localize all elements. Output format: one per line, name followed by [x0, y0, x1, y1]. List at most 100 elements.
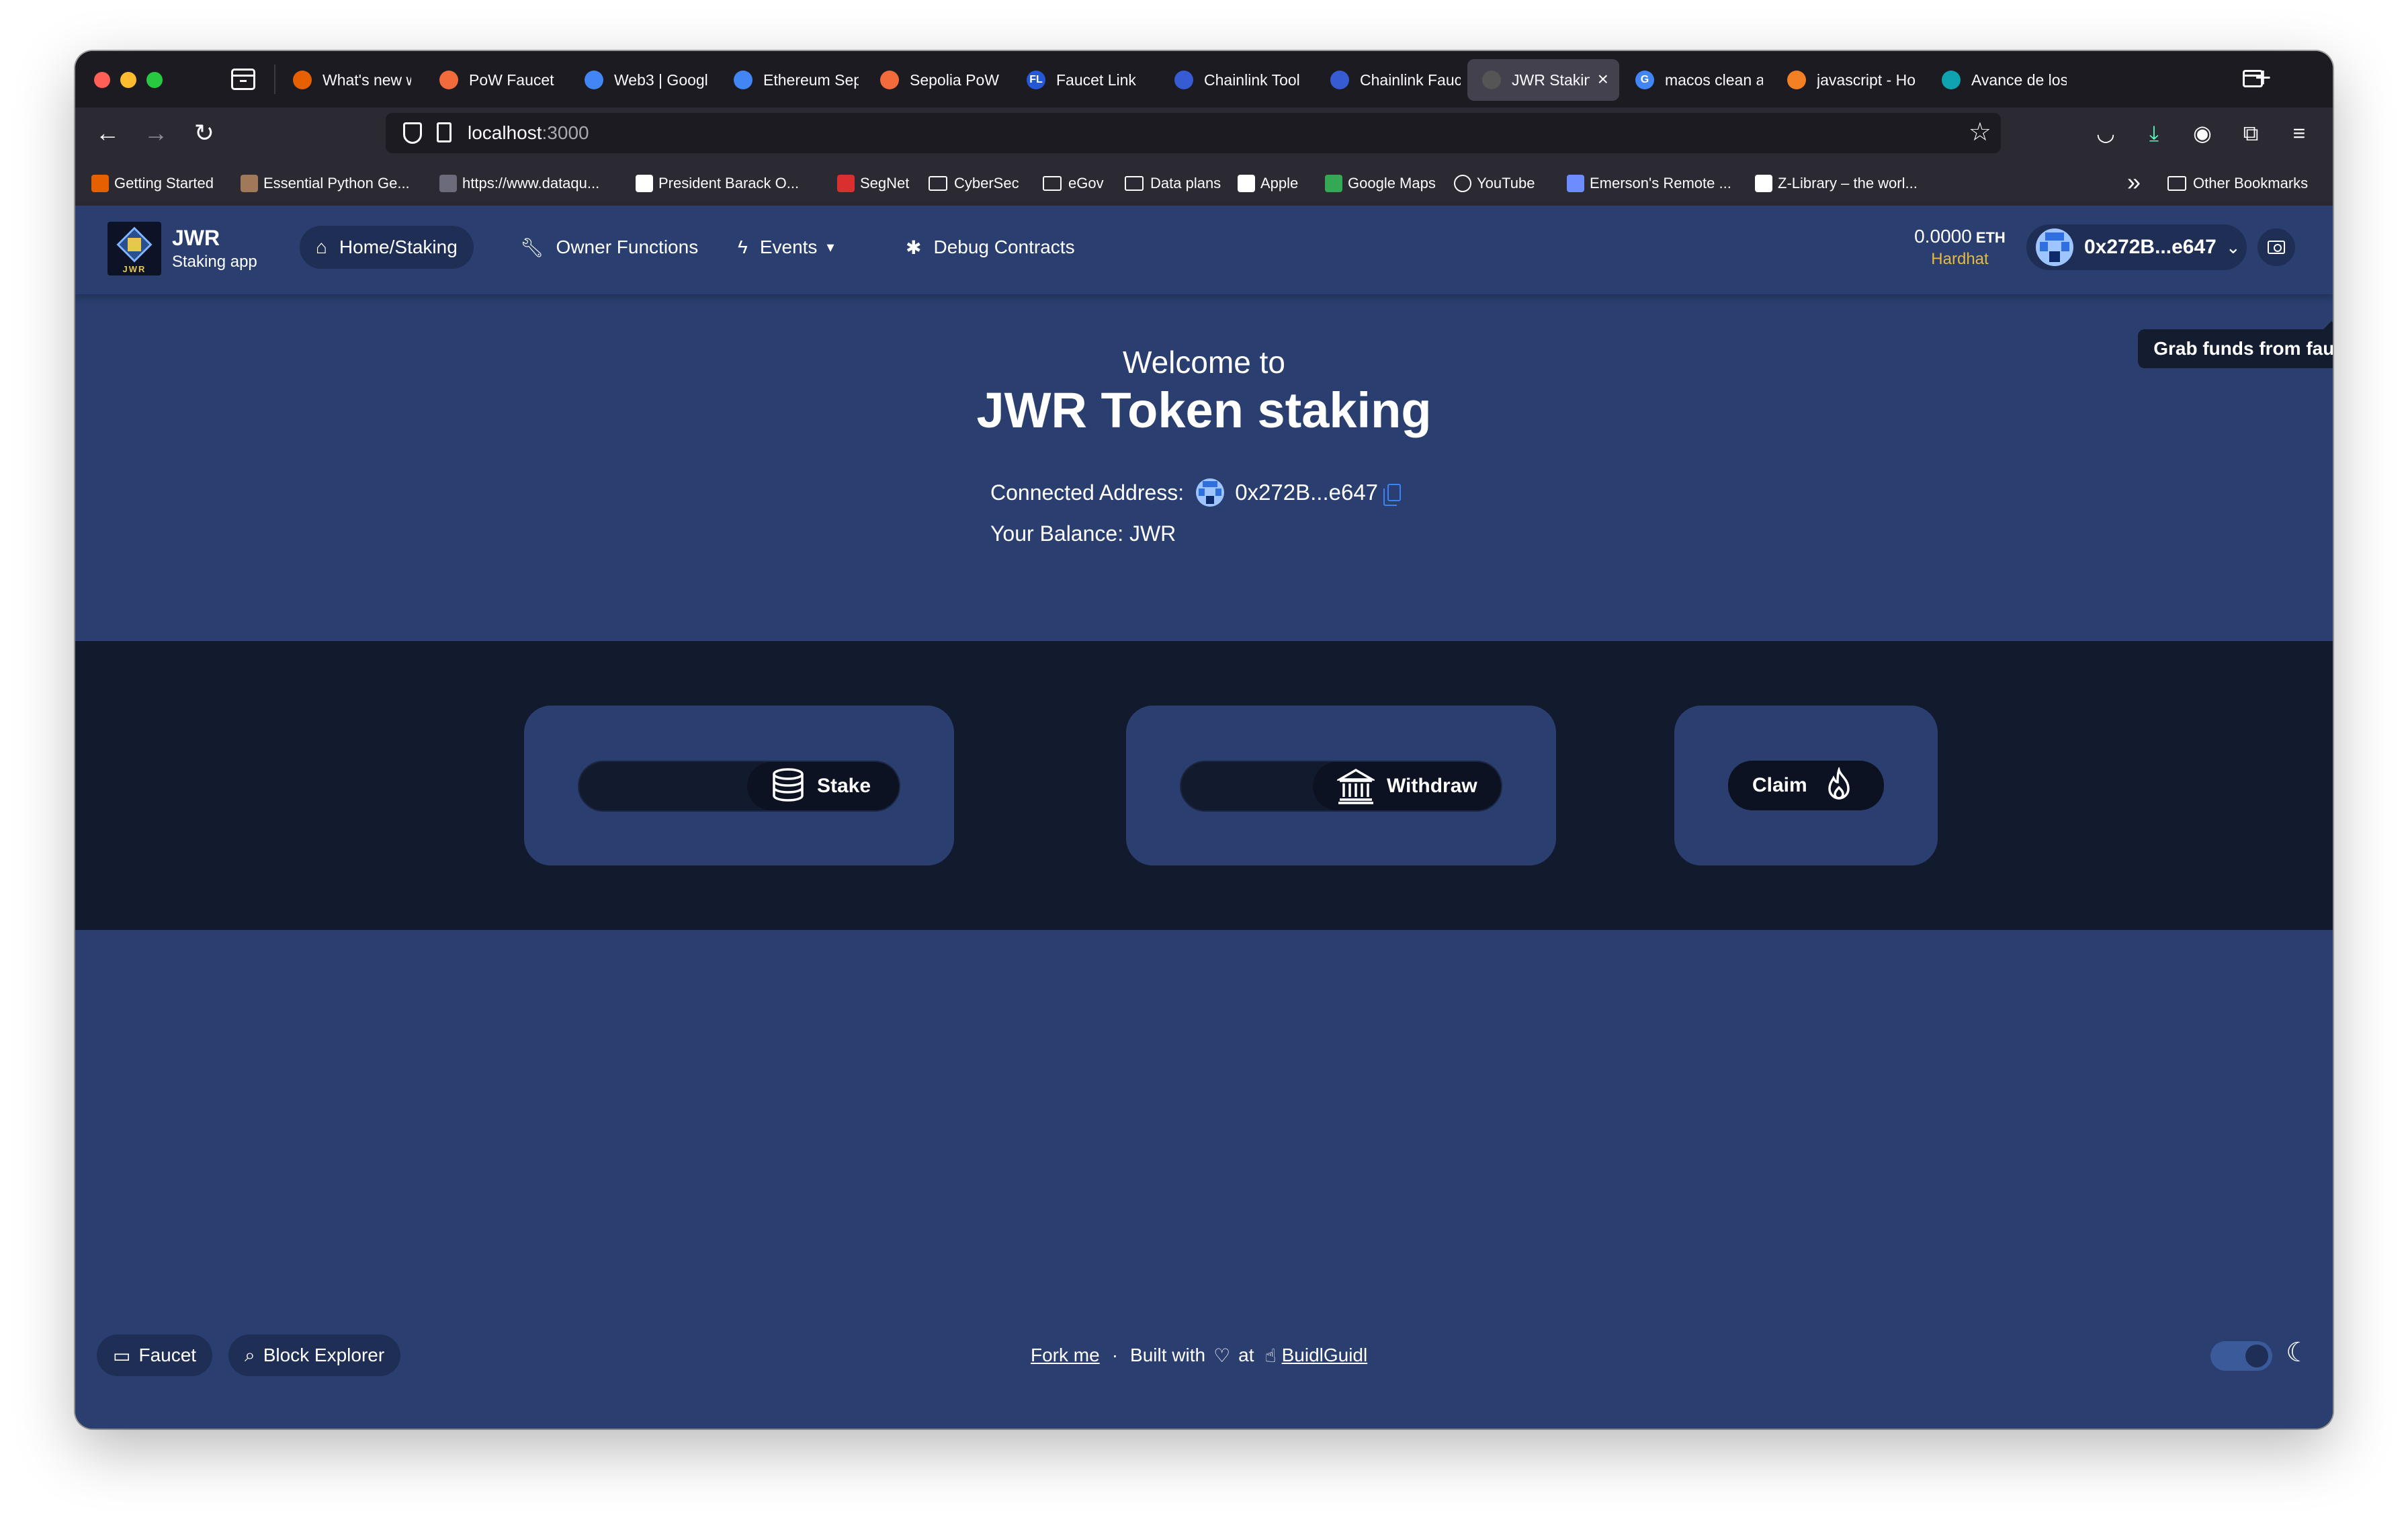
jwr-logo[interactable]: JWR — [108, 222, 161, 275]
window-close-button[interactable] — [94, 72, 110, 88]
stake-label: Stake — [817, 775, 871, 797]
buidlguidl-logo-icon: ☝ — [1264, 1345, 1277, 1366]
bookmark-8[interactable]: Data plans — [1125, 172, 1221, 195]
tab-3[interactable]: Web3 | Googl — [570, 59, 718, 101]
logo-text: JWR — [122, 264, 146, 274]
url-text[interactable]: localhost:3000 — [468, 122, 589, 144]
tab-1[interactable]: What's new w — [278, 59, 418, 101]
bookmark-11[interactable]: YouTube — [1454, 172, 1535, 195]
faucet-button[interactable] — [2258, 228, 2295, 266]
window-maximize-button[interactable] — [146, 72, 163, 88]
bookmark-1[interactable]: Getting Started — [91, 172, 214, 195]
nav-events-label: Events — [759, 237, 818, 257]
downloads-icon[interactable]: ⤓ — [2141, 120, 2167, 146]
token-balance: Your Balance: JWR — [990, 521, 1176, 546]
bookmark-star-icon[interactable]: ☆ — [1969, 117, 1991, 147]
nav-debug-label: Debug Contracts — [933, 237, 1075, 257]
bolt-icon: ϟ — [738, 237, 748, 257]
stake-button[interactable]: Stake — [747, 762, 899, 810]
pocket-icon[interactable]: ◡ — [2092, 120, 2119, 146]
tab-12[interactable]: Avance de los — [1927, 59, 2073, 101]
nav-home-label: Home/Staking — [339, 237, 458, 257]
address-avatar — [1196, 478, 1225, 507]
theme-toggle[interactable] — [2210, 1341, 2272, 1371]
tab-4[interactable]: Ethereum Sep — [719, 59, 865, 101]
moon-icon: ☾ — [2286, 1338, 2310, 1367]
tab-6[interactable]: FL Faucet Link — [1012, 59, 1158, 101]
firefox-view-icon[interactable] — [231, 69, 255, 90]
tab-favicon-icon — [1330, 71, 1349, 89]
close-tab-icon[interactable]: × — [1598, 69, 1608, 90]
tab-7[interactable]: Chainlink Tool — [1160, 59, 1309, 101]
address-bar[interactable]: localhost:3000 ☆ — [386, 113, 2001, 153]
window-minimize-button[interactable] — [120, 72, 136, 88]
account-icon[interactable]: ◉ — [2189, 120, 2216, 146]
bookmark-4[interactable]: President Barack O... — [636, 172, 799, 195]
tab-label: Web3 | Googl — [614, 71, 708, 89]
bookmark-favicon-icon — [91, 175, 109, 192]
faucet-footer-button[interactable]: ▭ Faucet — [97, 1334, 213, 1376]
page-info-icon[interactable] — [437, 122, 452, 142]
withdraw-amount-input[interactable] — [1181, 762, 1313, 810]
bookmark-favicon-icon — [439, 175, 457, 192]
bookmark-label: President Barack O... — [658, 175, 800, 192]
tab-label: Avance de los — [1971, 71, 2067, 89]
app-page: JWR JWR Staking app ⌂ Home/Staking 🔧︎ Ow… — [75, 206, 2333, 1429]
bookmark-9[interactable]: Apple — [1238, 172, 1298, 195]
bookmark-label: Z-Library – the worl... — [1778, 175, 1918, 192]
more-bookmarks-icon[interactable]: » — [2127, 168, 2141, 196]
bookmark-label: SegNet — [860, 175, 910, 192]
bookmark-label: Google Maps — [1348, 175, 1436, 192]
nav-events[interactable]: ϟ Events ▾ — [722, 226, 850, 269]
tab-10[interactable]: Gmacos clean a — [1621, 59, 1770, 101]
bookmark-13[interactable]: Z-Library – the worl... — [1755, 172, 1918, 195]
heart-icon: ♡ — [1213, 1345, 1231, 1366]
bookmark-favicon-icon — [636, 175, 653, 192]
tracking-shield-icon[interactable] — [403, 122, 422, 144]
staking-actions: Stake Withdraw Claim — [75, 641, 2333, 930]
banknote-icon: ▭ — [113, 1345, 131, 1366]
bookmark-label: Data plans — [1150, 175, 1221, 192]
tab-2[interactable]: PoW Faucet — [425, 59, 567, 101]
bookmark-7[interactable]: eGov — [1043, 172, 1104, 195]
claim-button[interactable]: Claim — [1728, 761, 1884, 810]
tab-favicon-icon — [734, 71, 752, 89]
back-icon[interactable]: ← — [93, 118, 122, 148]
other-bookmarks[interactable]: Other Bookmarks — [2167, 172, 2308, 195]
home-icon: ⌂ — [316, 237, 327, 257]
menu-icon[interactable]: ≡ — [2286, 120, 2313, 146]
search-icon: ⌕ — [245, 1344, 255, 1365]
extensions-icon[interactable]: ⧉ — [2237, 120, 2264, 146]
tab-label: PoW Faucet — [469, 71, 554, 89]
connected-address-label: Connected Address: — [990, 480, 1185, 505]
fork-me-link[interactable]: Fork me — [1031, 1345, 1100, 1366]
tab-list-icon[interactable] — [2243, 70, 2263, 87]
nav-home-staking[interactable]: ⌂ Home/Staking — [300, 226, 474, 269]
reload-icon[interactable]: ↻ — [189, 118, 219, 148]
tab-11[interactable]: javascript - Ho — [1772, 59, 1923, 101]
bookmark-5[interactable]: SegNet — [837, 172, 909, 195]
eth-amount: 0.0000 — [1914, 226, 1972, 247]
eth-unit: ETH — [1975, 229, 2006, 246]
nav-debug-contracts[interactable]: ✱ Debug Contracts — [890, 226, 1091, 269]
stake-amount-input[interactable] — [579, 762, 747, 810]
folder-icon — [1043, 176, 1062, 191]
bookmark-12[interactable]: Emerson's Remote ... — [1567, 172, 1731, 195]
bookmark-3[interactable]: https://www.dataqu... — [439, 172, 599, 195]
bookmark-2[interactable]: Essential Python Ge... — [241, 172, 410, 195]
tab-8[interactable]: Chainlink Fauc — [1316, 59, 1467, 101]
block-explorer-button[interactable]: ⌕ Block Explorer — [228, 1334, 401, 1376]
nav-owner-functions[interactable]: 🔧︎ Owner Functions — [504, 226, 714, 269]
withdraw-button[interactable]: Withdraw — [1313, 762, 1501, 810]
forward-icon[interactable]: → — [141, 118, 171, 148]
copy-icon[interactable] — [1383, 484, 1402, 506]
account-dropdown-button[interactable]: 0x272B...e647 ⌄ — [2026, 224, 2247, 270]
tab-5[interactable]: Sepolia PoW F — [865, 59, 1010, 101]
withdraw-card: Withdraw — [1126, 706, 1556, 865]
connected-address[interactable]: 0x272B...e647 — [1235, 480, 1378, 505]
bookmark-10[interactable]: Google Maps — [1325, 172, 1436, 195]
tab-9[interactable]: JWR Stakin × — [1467, 59, 1619, 101]
tab-label: What's new w — [322, 71, 411, 89]
bookmark-6[interactable]: CyberSec — [929, 172, 1019, 195]
buidlguidl-link[interactable]: BuidlGuidl — [1282, 1345, 1368, 1366]
